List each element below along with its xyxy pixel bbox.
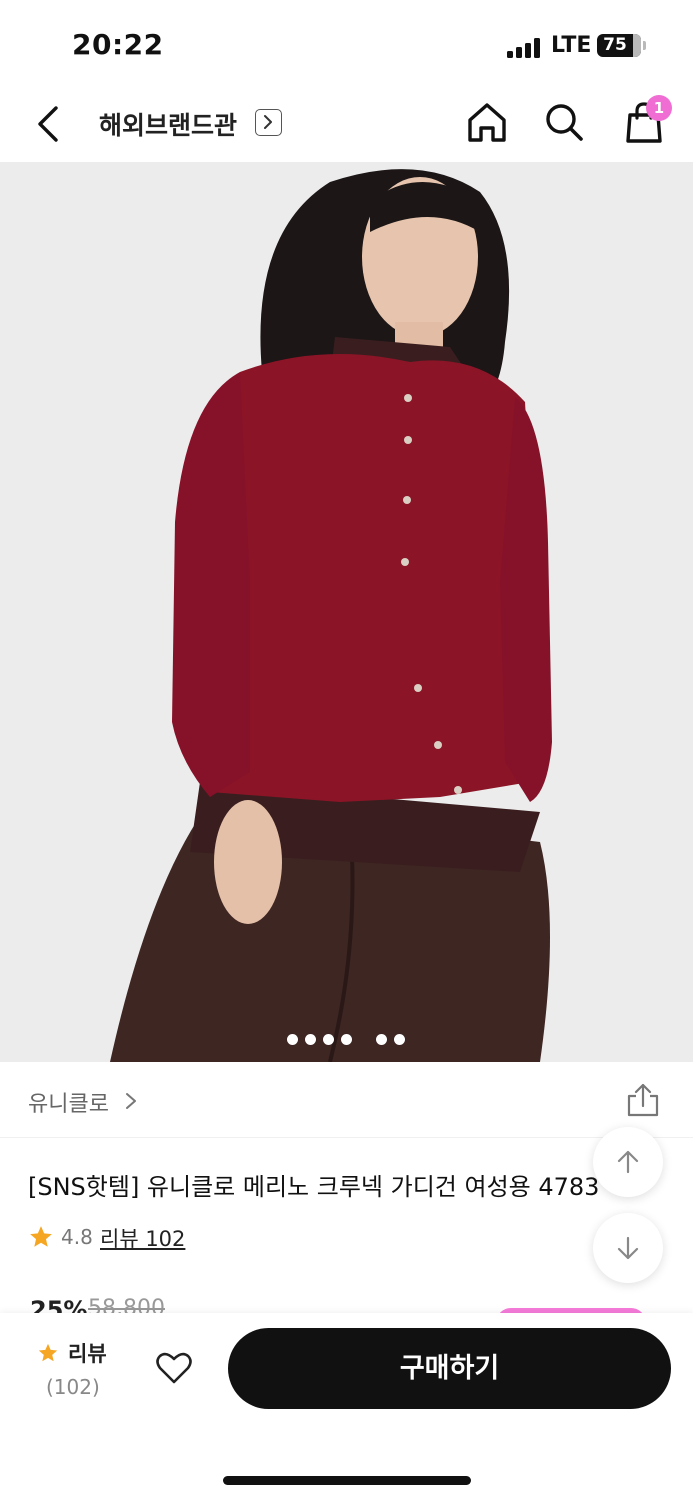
battery-nub xyxy=(643,41,646,50)
discount-rate: 25% xyxy=(30,1296,88,1314)
battery-icon: 75 xyxy=(597,34,641,57)
bottom-review-label[interactable]: 리뷰 xyxy=(68,1338,107,1368)
image-pager-dots[interactable] xyxy=(287,1034,417,1046)
pager-dot[interactable] xyxy=(394,1034,405,1045)
title-chevron-button[interactable] xyxy=(255,109,282,136)
back-icon xyxy=(38,106,58,142)
battery-empty-segment xyxy=(633,34,641,57)
heart-icon xyxy=(156,1352,192,1384)
share-button[interactable] xyxy=(625,1082,661,1118)
pager-dot[interactable] xyxy=(323,1034,334,1045)
pager-dot[interactable] xyxy=(287,1034,298,1045)
scroll-top-button[interactable] xyxy=(593,1127,663,1197)
star-icon xyxy=(30,1226,52,1247)
battery-level: 75 xyxy=(603,35,627,55)
header-title[interactable]: 해외브랜드관 xyxy=(99,106,237,142)
product-name: [SNS핫템] 유니클로 메리노 크루넥 가디건 여성용 4783 xyxy=(28,1173,600,1201)
pager-dot[interactable] xyxy=(341,1034,352,1045)
price-row: 25% 58,800 xyxy=(28,1294,688,1314)
back-button[interactable] xyxy=(28,102,72,146)
brand-row: 유니클로 xyxy=(0,1062,693,1138)
arrow-down-icon xyxy=(617,1236,639,1260)
product-photo-illustration xyxy=(0,162,693,1062)
original-price: 58,800 xyxy=(88,1296,165,1314)
search-icon xyxy=(546,104,583,141)
search-button[interactable] xyxy=(543,100,585,144)
status-bar: 20:22 LTE 75 xyxy=(0,0,693,88)
star-icon xyxy=(38,1343,58,1362)
signal-icon xyxy=(507,38,541,58)
wishlist-button[interactable] xyxy=(155,1350,193,1386)
share-icon xyxy=(627,1083,659,1117)
top-nav: 해외브랜드관 xyxy=(0,88,693,162)
product-image[interactable] xyxy=(0,162,693,1062)
chevron-right-icon[interactable] xyxy=(122,1090,140,1112)
buy-button[interactable]: 구매하기 xyxy=(228,1328,671,1409)
rating-row: 4.8 리뷰 102 xyxy=(28,1222,328,1252)
cart-count-badge: 1 xyxy=(646,95,672,121)
arrow-up-icon xyxy=(617,1150,639,1174)
home-icon xyxy=(468,103,506,142)
chevron-right-icon xyxy=(264,115,272,129)
home-indicator xyxy=(223,1476,471,1485)
bottom-review-count[interactable]: (102) xyxy=(46,1375,100,1399)
pager-dot[interactable] xyxy=(305,1034,316,1045)
rating-value: 4.8 xyxy=(61,1225,93,1249)
network-label: LTE xyxy=(551,33,592,58)
brand-link[interactable]: 유니클로 xyxy=(28,1086,109,1118)
home-button[interactable] xyxy=(466,100,508,144)
pager-dot[interactable] xyxy=(376,1034,387,1045)
bottom-action-bar: 리뷰 (102) 구매하기 xyxy=(0,1313,693,1500)
scroll-bottom-button[interactable] xyxy=(593,1213,663,1283)
review-link[interactable]: 리뷰 102 xyxy=(100,1223,185,1253)
status-time: 20:22 xyxy=(72,28,164,61)
